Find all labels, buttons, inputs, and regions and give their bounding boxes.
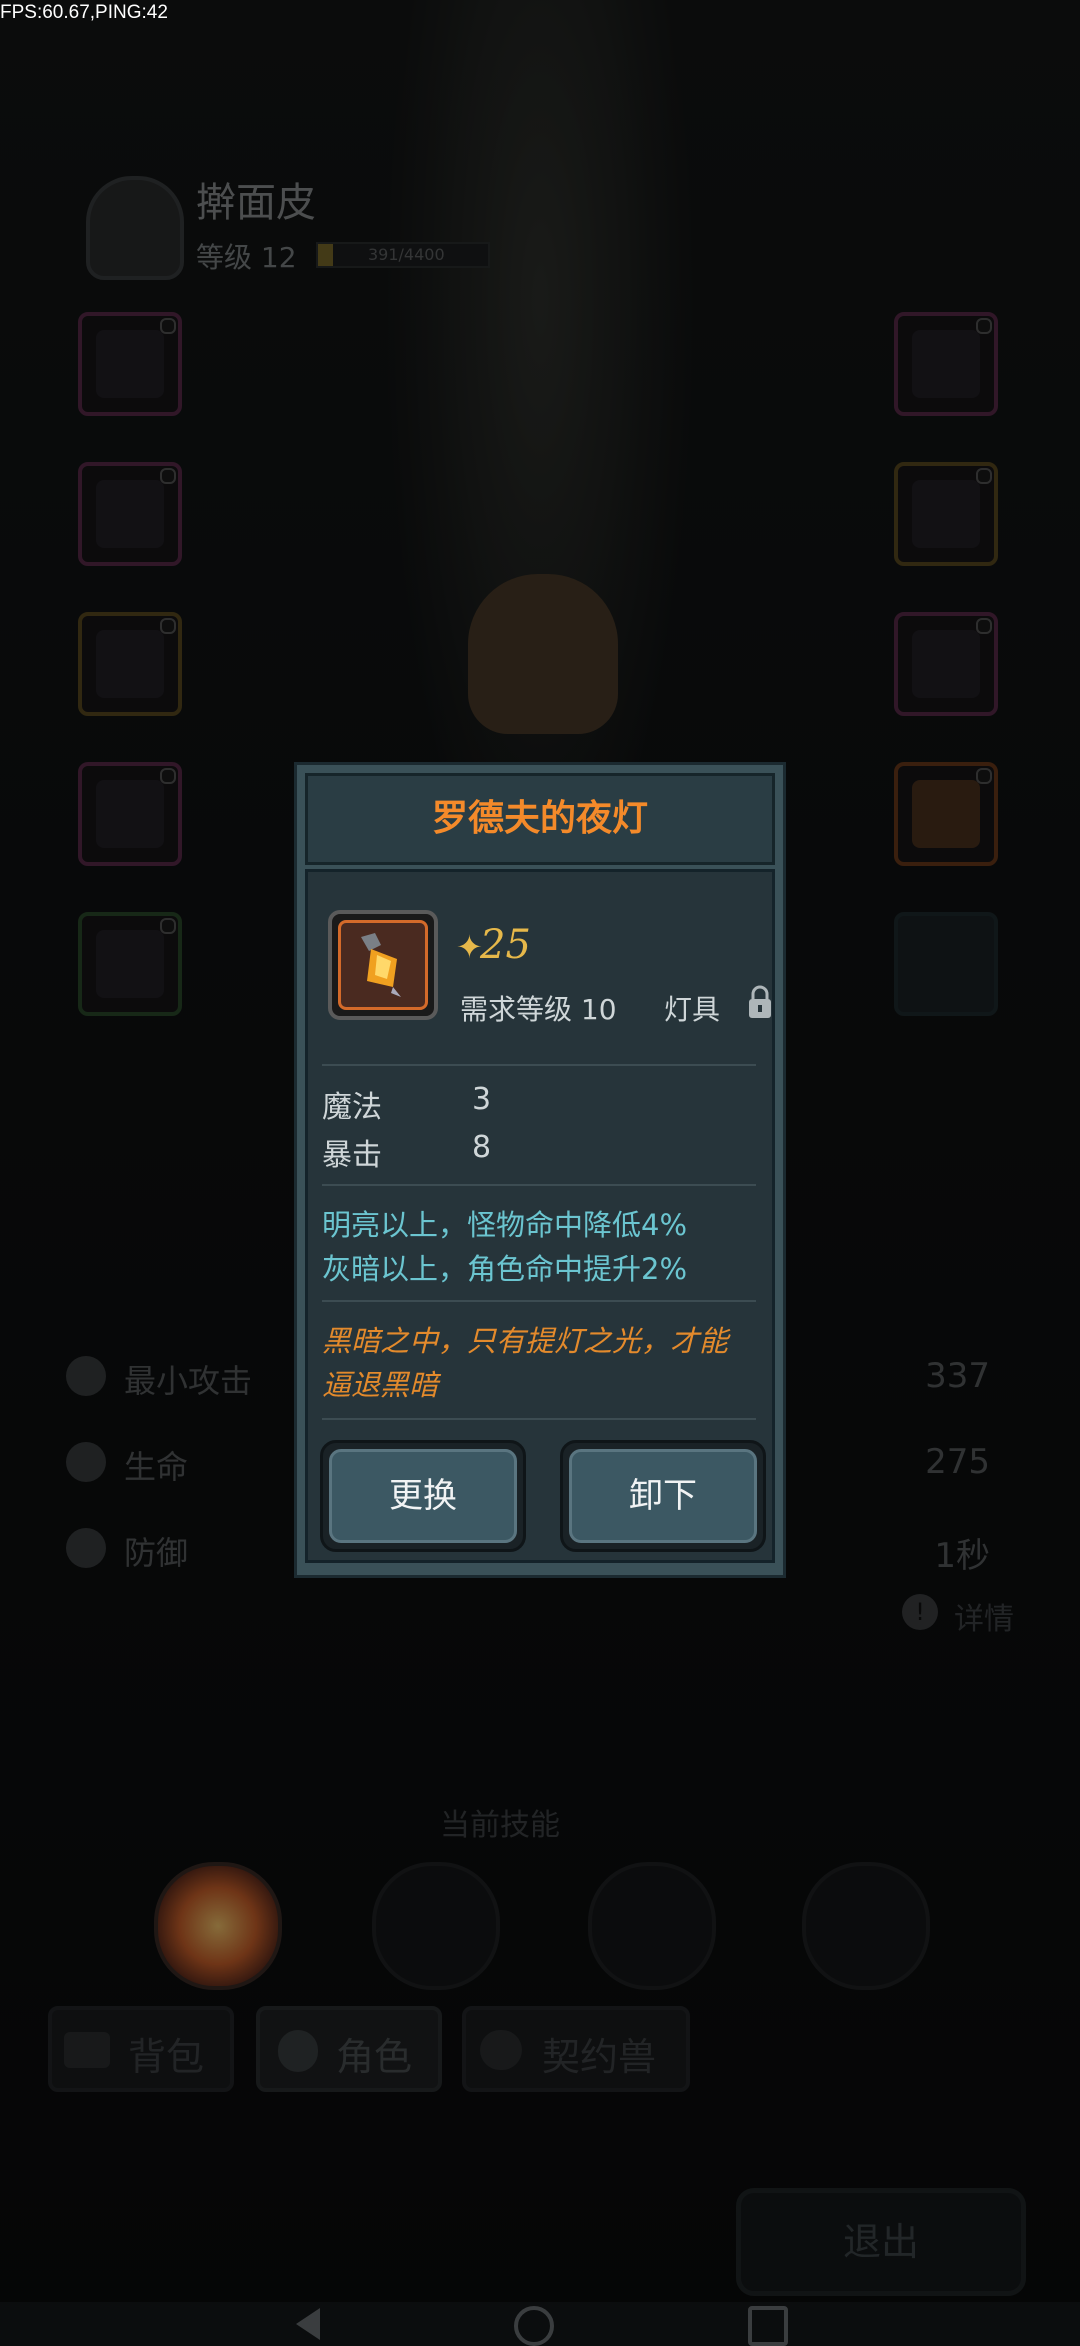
item-effect: 灰暗以上，角色命中提升2%	[322, 1252, 688, 1286]
item-effect: 明亮以上，怪物命中降低4%	[322, 1208, 688, 1242]
system-nav-bar	[0, 2302, 1080, 2346]
item-type: 灯具	[664, 993, 721, 1026]
divider	[322, 1064, 756, 1066]
lock-icon[interactable]	[746, 984, 774, 1020]
attr-name: 暴击	[322, 1138, 382, 1173]
dialog-body: ✦ 25 需求等级 10 灯具 魔法 3 暴击 8 明亮以上，怪物命中降低4% …	[305, 869, 775, 1563]
button-face: 更换	[329, 1449, 517, 1543]
unequip-label: 卸下	[629, 1476, 697, 1516]
item-lore: 逼退黑暗	[322, 1368, 439, 1402]
recents-icon[interactable]	[748, 2306, 788, 2346]
item-power: 25	[480, 922, 531, 968]
button-face: 卸下	[569, 1449, 757, 1543]
divider	[322, 1418, 756, 1420]
lamp-icon	[338, 920, 428, 1010]
power-icon: ✦	[456, 928, 483, 966]
item-icon-frame	[328, 910, 438, 1020]
back-icon[interactable]	[296, 2308, 320, 2340]
replace-button[interactable]: 更换	[320, 1440, 526, 1552]
lamp-graphic	[361, 933, 401, 997]
item-detail-dialog: 罗德夫的夜灯 ✦ 25 需求等级 10 灯具 魔法 3 暴击 8 明亮以上，怪物…	[294, 762, 786, 1578]
attr-name: 魔法	[322, 1090, 382, 1125]
item-lore: 黑暗之中，只有提灯之光，才能	[322, 1324, 729, 1358]
dialog-header: 罗德夫的夜灯	[305, 773, 775, 865]
divider	[322, 1184, 756, 1186]
attr-value: 3	[472, 1082, 492, 1117]
attr-value: 8	[472, 1130, 492, 1165]
required-level: 需求等级 10	[460, 993, 617, 1026]
fps-ping-readout: FPS:60.67,PING:42	[0, 2, 168, 23]
divider	[322, 1300, 756, 1302]
home-icon[interactable]	[514, 2306, 554, 2346]
unequip-button[interactable]: 卸下	[560, 1440, 766, 1552]
replace-label: 更换	[389, 1476, 457, 1516]
item-name: 罗德夫的夜灯	[431, 798, 648, 839]
